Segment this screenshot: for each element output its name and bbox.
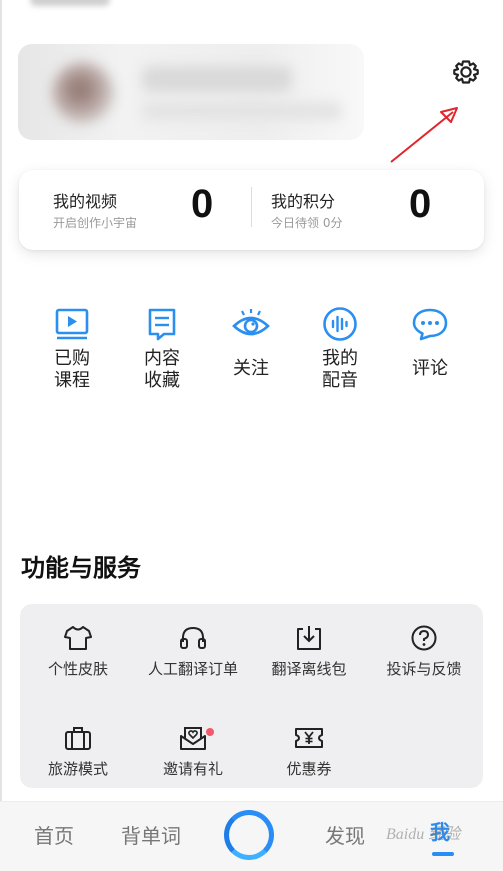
tab-discover[interactable]: 发现 — [325, 820, 365, 849]
stats-card: 我的视频 开启创作小宇宙 0 我的积分 今日待领 0分 0 — [19, 170, 484, 250]
suitcase-icon — [65, 727, 91, 750]
services-panel: 个性皮肤 人工翻译订单 翻译离线包 投诉与反馈 旅游模式 邀请有礼 优惠券 — [20, 604, 483, 788]
service-skins[interactable]: 个性皮肤 — [20, 624, 136, 694]
notification-dot — [206, 728, 214, 736]
center-assistant-button[interactable] — [224, 810, 274, 860]
settings-gear-icon[interactable] — [449, 55, 483, 89]
service-feedback[interactable]: 投诉与反馈 — [366, 624, 482, 694]
tshirt-icon — [64, 626, 92, 650]
stat-subtitle: 开启创作小宇宙 — [53, 216, 138, 230]
voice-wave-icon — [323, 307, 357, 341]
envelope-heart-icon — [180, 727, 206, 750]
quick-saved-content[interactable]: 内容 收藏 — [122, 306, 202, 406]
bookmark-icon — [148, 308, 176, 341]
quick-label-line1: 关注 — [233, 358, 269, 379]
annotation-arrow-icon — [390, 107, 458, 163]
blurred-username — [142, 66, 292, 92]
blurred-user-info — [142, 102, 342, 120]
quick-label-line1: 内容 — [144, 348, 180, 369]
tab-me[interactable]: 我 — [430, 816, 456, 856]
service-human-translation[interactable]: 人工翻译订单 — [135, 624, 251, 694]
tab-home[interactable]: 首页 — [34, 820, 74, 849]
quick-label-line2: 配音 — [322, 370, 358, 391]
headset-icon — [180, 626, 206, 649]
quick-purchased-courses[interactable]: 已购 课程 — [32, 306, 112, 406]
service-label: 翻译离线包 — [271, 660, 347, 678]
tab-me-label: 我 — [430, 820, 450, 844]
quick-label-line1: 我的 — [322, 348, 358, 369]
active-tab-indicator — [432, 852, 454, 856]
service-travel-mode[interactable]: 旅游模式 — [20, 724, 136, 794]
service-offline-pack[interactable]: 翻译离线包 — [251, 624, 367, 694]
quick-label-line1: 评论 — [412, 358, 448, 379]
quick-my-dubbing[interactable]: 我的 配音 — [300, 306, 380, 406]
my-videos-stat[interactable]: 我的视频 开启创作小宇宙 0 — [19, 170, 239, 250]
service-label: 旅游模式 — [47, 760, 108, 778]
service-coupons[interactable]: 优惠券 — [251, 724, 367, 794]
stat-subtitle: 今日待领 0分 — [271, 216, 343, 230]
play-video-icon — [55, 308, 89, 340]
service-label: 人工翻译订单 — [147, 660, 238, 678]
coupon-yen-icon — [295, 728, 323, 748]
stat-title: 我的视频 — [53, 192, 118, 211]
service-label: 投诉与反馈 — [386, 660, 462, 678]
question-circle-icon — [411, 625, 437, 651]
stat-value: 0 — [191, 182, 214, 226]
service-label: 邀请有礼 — [162, 760, 223, 778]
quick-label-line2: 课程 — [54, 370, 90, 391]
stat-title: 我的积分 — [271, 192, 336, 211]
quick-comments[interactable]: 评论 — [390, 306, 470, 406]
quick-label-line1: 已购 — [54, 348, 90, 369]
profile-page: 我的视频 开启创作小宇宙 0 我的积分 今日待领 0分 0 已购 课程 内容 收… — [0, 0, 503, 871]
eye-icon — [232, 309, 270, 336]
bottom-tab-bar: 首页 背单词 发现 我 — [0, 801, 503, 871]
services-section-title: 功能与服务 — [21, 554, 141, 582]
my-points-stat[interactable]: 我的积分 今日待领 0分 0 — [237, 170, 457, 250]
avatar[interactable] — [52, 62, 114, 124]
chat-bubble-icon — [412, 308, 448, 341]
service-invite[interactable]: 邀请有礼 — [135, 724, 251, 794]
download-icon — [297, 626, 321, 650]
stat-value: 0 — [409, 182, 432, 226]
quick-following[interactable]: 关注 — [211, 306, 291, 406]
left-edge-divider — [0, 0, 2, 871]
service-label: 优惠券 — [286, 760, 332, 778]
blurred-header-text — [30, 0, 110, 6]
quick-label-line2: 收藏 — [144, 370, 180, 391]
user-profile-card[interactable] — [18, 44, 364, 140]
tab-words[interactable]: 背单词 — [121, 820, 181, 849]
service-label: 个性皮肤 — [47, 660, 108, 678]
